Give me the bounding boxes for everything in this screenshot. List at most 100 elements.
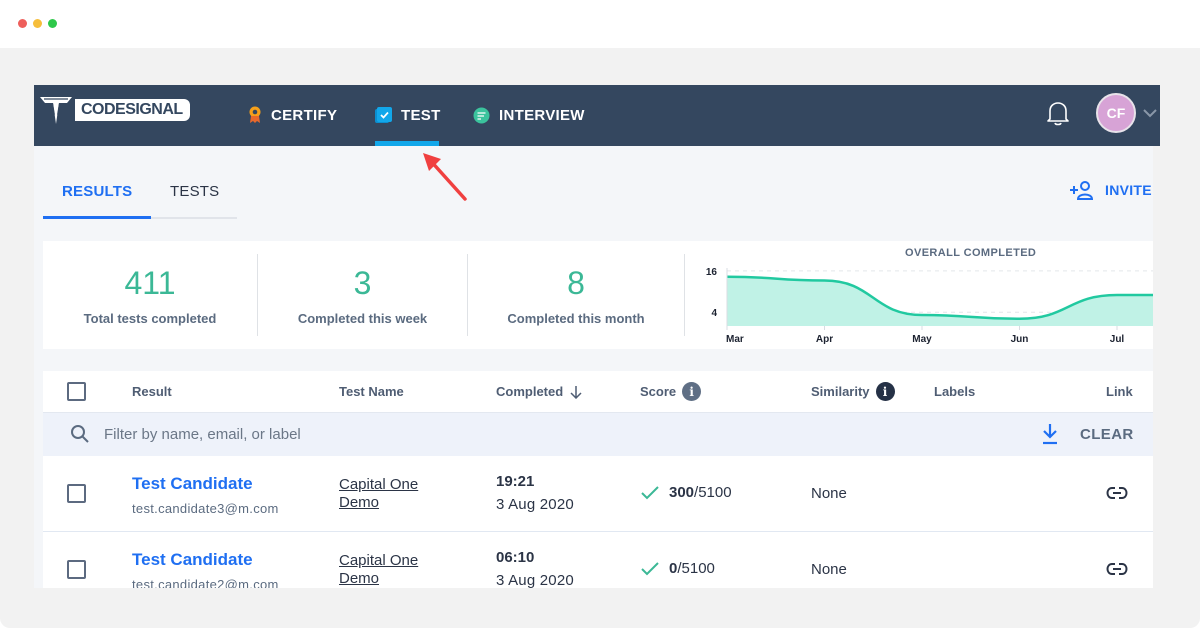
user-avatar[interactable]: CF bbox=[1096, 93, 1136, 133]
column-label: Labels bbox=[934, 384, 976, 399]
page-scroll-gutter bbox=[1153, 146, 1160, 588]
candidate-email: test.candidate3@m.com bbox=[132, 501, 279, 516]
chart-title: OVERALL COMPLETED bbox=[905, 247, 1037, 259]
test-name-line: Capital One bbox=[339, 552, 419, 569]
column-header-score[interactable]: Score i bbox=[640, 382, 702, 401]
results-table-header: Result Test Name Completed Score i Simil… bbox=[43, 371, 1153, 413]
overall-completed-chart: 4 16 Mar Apr May Jun Jul bbox=[706, 267, 1153, 345]
score-cell: 0/5100 bbox=[641, 560, 715, 577]
candidate-email: test.candidate2@m.com bbox=[132, 577, 279, 588]
logo-wordmark: CODESIGNAL bbox=[75, 99, 190, 121]
stat-value: 8 bbox=[567, 264, 585, 301]
filter-bar: CLEAR bbox=[43, 413, 1153, 456]
test-name-link[interactable]: Capital One Demo bbox=[339, 476, 418, 512]
column-header-similarity[interactable]: Similarity i bbox=[811, 382, 895, 401]
column-header-test-name[interactable]: Test Name bbox=[339, 384, 404, 399]
results-tabs: RESULTS TESTS bbox=[43, 175, 237, 219]
test-name-line: Demo bbox=[339, 570, 380, 587]
stat-label: Completed this week bbox=[297, 310, 428, 326]
tab-tests[interactable]: TESTS bbox=[170, 183, 219, 200]
stat-label: Total tests completed bbox=[83, 310, 217, 326]
column-header-link[interactable]: Link bbox=[1106, 384, 1133, 399]
chart-x-tick-label: Apr bbox=[816, 334, 833, 345]
check-icon bbox=[641, 561, 659, 575]
stat-value: 411 bbox=[124, 264, 176, 301]
column-label: Result bbox=[132, 384, 172, 399]
filter-input[interactable] bbox=[104, 423, 704, 445]
nav-item-label: INTERVIEW bbox=[499, 106, 585, 124]
link-icon[interactable] bbox=[1106, 562, 1128, 576]
chart-y-tick-label: 16 bbox=[706, 267, 718, 278]
table-row[interactable]: Test Candidate test.candidate3@m.com Cap… bbox=[43, 456, 1153, 532]
column-header-result[interactable]: Result bbox=[132, 384, 172, 399]
active-tab-indicator bbox=[43, 216, 151, 219]
score-value: 300 bbox=[669, 484, 695, 501]
codesignal-logo-icon bbox=[40, 97, 72, 124]
invite-label: INVITE bbox=[1105, 182, 1152, 198]
top-nav: CODESIGNAL CERTIFY TEST INTERVIEW CF bbox=[34, 85, 1160, 146]
interview-chat-icon bbox=[473, 107, 490, 123]
stat-this-week: 3 Completed this week bbox=[258, 241, 467, 349]
link-icon[interactable] bbox=[1106, 486, 1128, 500]
stat-this-month: 8 Completed this month bbox=[468, 241, 684, 349]
test-checkbox-icon bbox=[375, 106, 392, 123]
chevron-down-icon[interactable] bbox=[1142, 105, 1158, 121]
annotation-arrow bbox=[423, 153, 467, 201]
completed-time: 19:21 bbox=[496, 473, 535, 490]
stat-total-tests: 411 Total tests completed bbox=[43, 241, 257, 349]
column-header-labels[interactable]: Labels bbox=[934, 384, 975, 399]
test-name-line: Capital One bbox=[339, 476, 419, 493]
similarity-value: None bbox=[811, 485, 847, 502]
score-info-icon[interactable]: i bbox=[682, 382, 702, 401]
chart-y-tick-label: 4 bbox=[711, 308, 717, 319]
chart-x-tick-label: Jun bbox=[1011, 334, 1029, 345]
window-maximize-button[interactable] bbox=[48, 19, 57, 28]
test-name-link[interactable]: Capital One Demo bbox=[339, 552, 418, 588]
clear-button[interactable]: CLEAR bbox=[1080, 426, 1134, 443]
column-label: Similarity bbox=[811, 384, 870, 399]
tab-results[interactable]: RESULTS bbox=[62, 183, 132, 200]
candidate-name-link[interactable]: Test Candidate bbox=[132, 474, 253, 494]
nav-item-test[interactable]: TEST bbox=[375, 103, 441, 127]
add-user-icon bbox=[1070, 181, 1094, 200]
window-minimize-button[interactable] bbox=[33, 19, 42, 28]
invite-button[interactable]: INVITE bbox=[1069, 180, 1152, 200]
column-label: Completed bbox=[496, 384, 564, 399]
column-header-completed[interactable]: Completed bbox=[496, 384, 583, 399]
chart-x-tick-label: May bbox=[912, 334, 932, 345]
candidate-name-link[interactable]: Test Candidate bbox=[132, 550, 253, 570]
sort-arrow-down-icon bbox=[570, 385, 582, 399]
window-close-button[interactable] bbox=[18, 19, 27, 28]
download-icon[interactable] bbox=[1041, 423, 1059, 445]
nav-item-label: CERTIFY bbox=[271, 106, 338, 124]
column-label: Link bbox=[1106, 384, 1133, 399]
completed-date: 3 Aug 2020 bbox=[496, 496, 574, 513]
chart-area-fill bbox=[727, 276, 1153, 326]
table-row[interactable]: Test Candidate test.candidate2@m.com Cap… bbox=[43, 532, 1153, 588]
notifications-bell-icon[interactable] bbox=[1045, 99, 1071, 127]
column-label: Test Name bbox=[339, 384, 404, 399]
certify-ribbon-icon bbox=[249, 106, 261, 123]
select-all-checkbox[interactable] bbox=[67, 382, 86, 401]
nav-item-label: TEST bbox=[401, 106, 441, 124]
chart-x-tick-label: Mar bbox=[726, 334, 744, 345]
app-window: CODESIGNAL CERTIFY TEST INTERVIEW CF RES… bbox=[34, 85, 1160, 588]
score-max: /5100 bbox=[694, 484, 732, 501]
codesignal-logo[interactable]: CODESIGNAL bbox=[39, 93, 190, 127]
column-label: Score bbox=[640, 384, 677, 399]
test-name-line: Demo bbox=[339, 494, 380, 511]
row-checkbox[interactable] bbox=[67, 484, 86, 503]
score-max: /5100 bbox=[677, 560, 715, 577]
chart-x-tick-label: Jul bbox=[1110, 334, 1125, 345]
similarity-value: None bbox=[811, 561, 847, 578]
stat-label: Completed this month bbox=[507, 310, 645, 326]
search-icon bbox=[71, 425, 89, 443]
row-checkbox[interactable] bbox=[67, 560, 86, 579]
similarity-info-icon[interactable]: i bbox=[875, 382, 895, 401]
nav-item-interview[interactable]: INTERVIEW bbox=[473, 103, 585, 127]
window-titlebar bbox=[0, 0, 1200, 48]
nav-item-certify[interactable]: CERTIFY bbox=[248, 103, 337, 127]
avatar-initials: CF bbox=[1106, 105, 1126, 121]
completed-time: 06:10 bbox=[496, 549, 535, 566]
check-icon bbox=[641, 485, 659, 499]
